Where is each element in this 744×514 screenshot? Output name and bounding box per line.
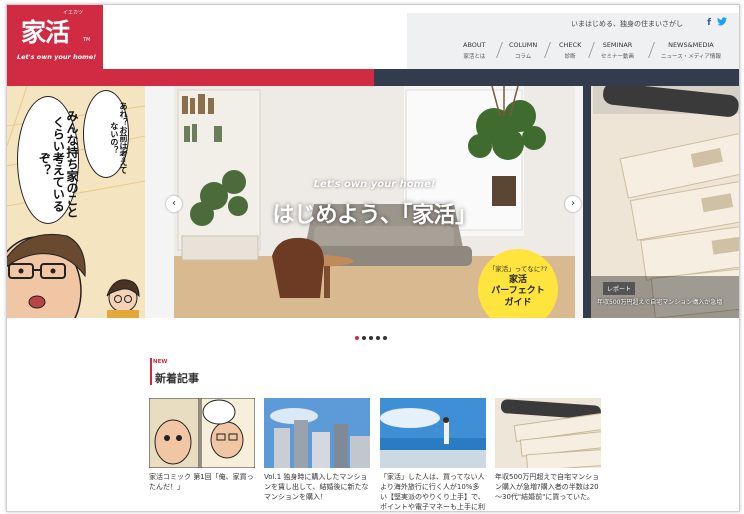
report-tag: レポート (603, 282, 636, 295)
header-band-dark (374, 69, 739, 86)
logo-trademark: TM (83, 37, 91, 43)
article-card[interactable]: Vol.1 独身時に購入したマンションを賃し出して、結婚後に新たなマンションを購… (264, 398, 370, 502)
nav-check[interactable]: CHECK 診断 (559, 41, 581, 60)
badge-title: 家活 パーフェクト ガイド (478, 275, 558, 309)
nav-column-jp: コラム (514, 54, 532, 60)
nav-news-media-en: NEWS&MEDIA (668, 41, 714, 49)
badge-title-line2: パーフェクト (491, 286, 545, 297)
beach-thumbnail (380, 398, 486, 468)
header-nav-area: いまはじめる、独身の住まいさがし f ABOUT 家活とは COLUMN コラム… (407, 13, 739, 71)
article-thumbnail[interactable] (149, 398, 255, 468)
nav-about[interactable]: ABOUT 家活とは (463, 41, 486, 60)
facebook-icon[interactable]: f (707, 18, 711, 28)
slider-dot[interactable] (383, 336, 387, 340)
article-card[interactable]: 「家活」した人は、買ってない人より海外旅行に行く人が10%多い【堅実派のやりくり… (380, 398, 486, 511)
news-section-title: 新着記事 (155, 372, 199, 385)
slide-report[interactable]: レポート 年収500万円超えで自宅マンション購入が急増 (583, 86, 739, 318)
nav-news-media[interactable]: NEWS&MEDIA ニュース・メディア情報 (661, 41, 721, 60)
nav-check-jp: 診断 (564, 54, 576, 60)
nav-column-en: COLUMN (509, 41, 538, 49)
slider-dot[interactable] (355, 336, 359, 340)
nav-about-jp: 家活とは (463, 54, 486, 60)
article-card[interactable]: 家活コミック 第1回「俺、家買ったんだ！」 (149, 398, 255, 492)
money-thumbnail (495, 398, 601, 468)
badge-title-line1: 家活 (508, 275, 527, 285)
slide-comic[interactable]: みんな持ち家のことくらい考えているぞ？ あれ？お前は考えてないの？ (7, 86, 145, 318)
article-card[interactable]: 年収500万円超えで自宅マンション購入が急増?購入者の半数は20～30代"結婚前… (495, 398, 601, 502)
nav-divider (648, 42, 655, 58)
next-arrow-icon[interactable]: › (565, 196, 581, 212)
article-caption[interactable]: Vol.1 独身時に購入したマンションを賃し出して、結婚後に新たなマンションを購… (264, 472, 370, 502)
nav-column[interactable]: COLUMN コラム (509, 41, 537, 60)
nav-check-en: CHECK (559, 41, 582, 49)
comic-speech-bubble: みんな持ち家のことくらい考えているぞ？ (17, 96, 79, 224)
nav-seminar[interactable]: SEMINAR セミナー動画 (601, 41, 634, 60)
logo-tagline: Let's own your home! (17, 53, 97, 61)
news-new-label: NEW (153, 359, 168, 365)
report-caption: 年収500万円超えで自宅マンション購入が急増 (597, 299, 723, 306)
page-frame: イエカツ 家活 TM Let's own your home! いまはじめる、独… (6, 4, 740, 512)
article-caption[interactable]: 「家活」した人は、買ってない人より海外旅行に行く人が10%多い【堅実派のやりくり… (380, 472, 486, 511)
nav-divider (588, 42, 595, 58)
badge-title-line3: ガイド (504, 297, 532, 308)
header-tagline: いまはじめる、独身の住まいさがし (571, 20, 683, 28)
comic-small-bubble: あれ？お前は考えてないの？ (83, 90, 129, 178)
header-band-red (7, 69, 374, 86)
nav-divider (496, 42, 503, 58)
slide-main[interactable]: Let's own your home! はじめよう、「家活」 「家活」ってなに… (174, 86, 575, 318)
site-logo[interactable]: イエカツ 家活 TM Let's own your home! (7, 5, 103, 69)
hero-slider[interactable]: みんな持ち家のことくらい考えているぞ？ あれ？お前は考えてないの？ Let's … (7, 86, 739, 318)
news-heading-accent (150, 358, 152, 385)
slide-report-stripe (583, 86, 591, 318)
prev-arrow-icon[interactable]: ‹ (166, 196, 182, 212)
hero-tagline: Let's own your home! (313, 179, 436, 190)
nav-seminar-en: SEMINAR (602, 41, 633, 49)
city-thumbnail (264, 398, 370, 468)
nav-seminar-jp: セミナー動画 (601, 54, 635, 60)
slider-dot[interactable] (376, 336, 380, 340)
twitter-icon[interactable] (717, 17, 727, 29)
badge-question: 「家活」ってなに?? (488, 265, 548, 273)
article-thumbnail[interactable] (264, 398, 370, 468)
article-caption[interactable]: 家活コミック 第1回「俺、家買ったんだ！」 (149, 472, 255, 492)
slider-dot[interactable] (362, 336, 366, 340)
nav-about-en: ABOUT (463, 41, 486, 49)
logo-text: 家活 (21, 18, 70, 47)
nav-news-media-jp: ニュース・メディア情報 (661, 54, 721, 60)
hero-headline: はじめよう、「家活」 (272, 203, 477, 228)
comic-thumbnail (149, 398, 255, 468)
nav-divider (544, 42, 551, 58)
slider-dot[interactable] (369, 336, 373, 340)
article-caption[interactable]: 年収500万円超えで自宅マンション購入が急増?購入者の半数は20～30代"結婚前… (495, 472, 601, 502)
article-thumbnail[interactable] (380, 398, 486, 468)
article-thumbnail[interactable] (495, 398, 601, 468)
slider-pagination (355, 325, 390, 344)
